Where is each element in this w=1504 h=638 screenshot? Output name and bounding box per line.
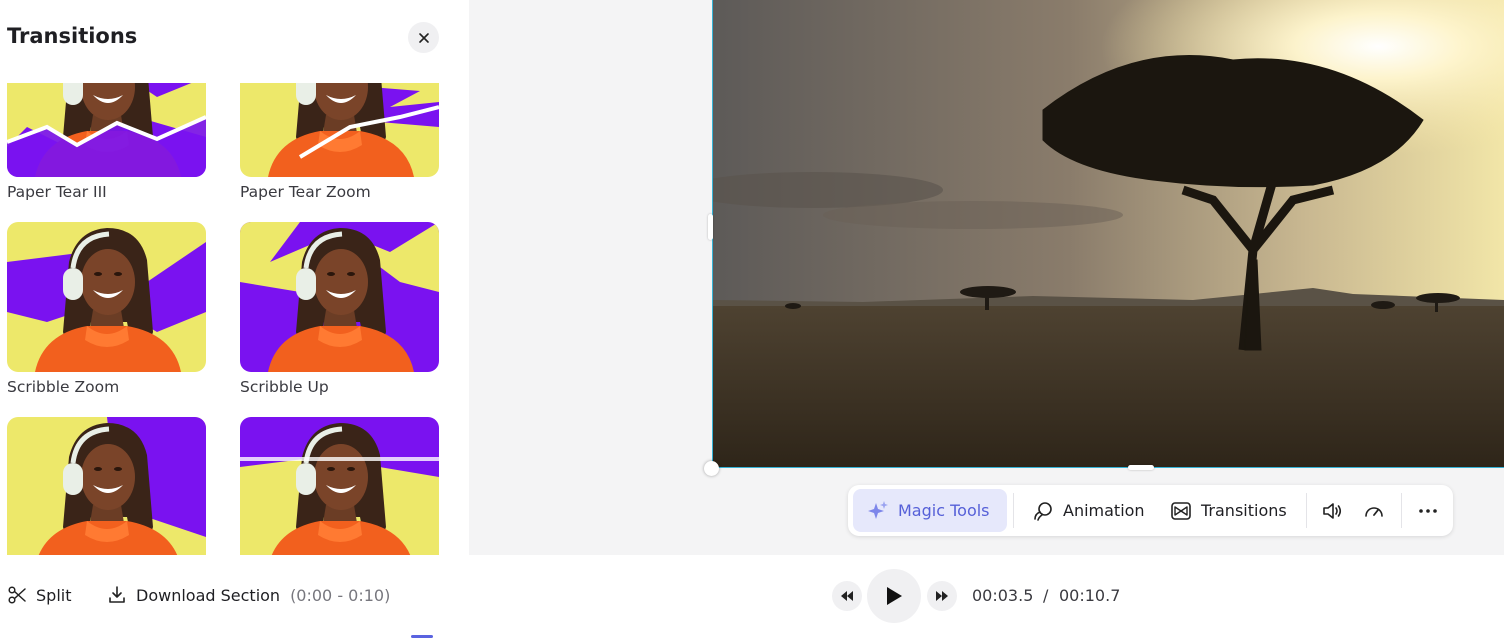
rewind-icon: [841, 591, 853, 601]
magic-tools-button[interactable]: Magic Tools: [853, 489, 1007, 532]
transitions-button[interactable]: Transitions: [1168, 489, 1287, 532]
time-separator: /: [1043, 586, 1049, 605]
toolbar-divider: [1401, 493, 1402, 528]
close-icon: [418, 32, 429, 43]
toolbar-divider: [1013, 493, 1014, 528]
section-range: (0:00 - 0:10): [290, 585, 391, 605]
clip-toolbar: Magic Tools Animation Transitions: [848, 485, 1453, 536]
transitions-panel: Paper Tear III Paper Tear Zoom Scribble …: [0, 0, 469, 555]
panel-title: Transitions: [7, 24, 138, 48]
video-preview[interactable]: [712, 0, 1504, 468]
transition-thumbnail: [240, 222, 439, 372]
speed-icon: [1364, 506, 1383, 517]
animation-label: Animation: [1063, 501, 1145, 520]
close-button[interactable]: [408, 22, 439, 53]
download-icon: [109, 586, 125, 603]
resize-handle-left[interactable]: [708, 214, 713, 240]
transitions-grid: Paper Tear III Paper Tear Zoom Scribble …: [0, 0, 469, 555]
transition-thumbnail: [240, 417, 439, 555]
total-duration: 00:10.7: [1059, 586, 1121, 605]
current-time: 00:03.5: [972, 586, 1034, 605]
panel-header: Transitions: [0, 0, 469, 83]
animation-icon: [1034, 501, 1052, 521]
speed-button[interactable]: [1360, 497, 1387, 524]
resize-handle-bottom[interactable]: [1128, 465, 1154, 470]
fast-forward-button[interactable]: [927, 581, 957, 611]
animation-button[interactable]: Animation: [1029, 489, 1145, 532]
toolbar-divider: [1306, 493, 1307, 528]
more-options-button[interactable]: [1414, 497, 1441, 524]
rewind-button[interactable]: [832, 581, 862, 611]
transition-thumbnail: [7, 417, 206, 555]
transition-thumbnail: [7, 222, 206, 372]
download-section-button[interactable]: Download Section (0:00 - 0:10): [107, 585, 390, 605]
volume-icon: [1322, 502, 1341, 519]
split-button[interactable]: Split: [7, 585, 71, 605]
play-icon: [887, 587, 902, 605]
transition-label: Scribble Up: [240, 378, 329, 396]
timeline-controls: Split Download Section (0:00 - 0:10) 00:…: [0, 555, 1504, 638]
volume-button[interactable]: [1318, 497, 1345, 524]
download-section-label: Download Section: [136, 585, 281, 605]
transition-label: Paper Tear Zoom: [240, 183, 371, 201]
scissors-icon: [8, 586, 26, 604]
fast-forward-icon: [936, 591, 948, 601]
transitions-icon: [1171, 501, 1191, 520]
magic-tools-label: Magic Tools: [898, 501, 990, 520]
split-label: Split: [36, 585, 72, 605]
transition-label: Paper Tear III: [7, 183, 107, 201]
play-button[interactable]: [867, 569, 921, 623]
transition-label: Scribble Zoom: [7, 378, 120, 396]
resize-handle-corner[interactable]: [704, 461, 719, 476]
more-icon: [1418, 508, 1437, 513]
sparkle-icon: [868, 500, 888, 519]
transitions-label: Transitions: [1201, 501, 1287, 520]
